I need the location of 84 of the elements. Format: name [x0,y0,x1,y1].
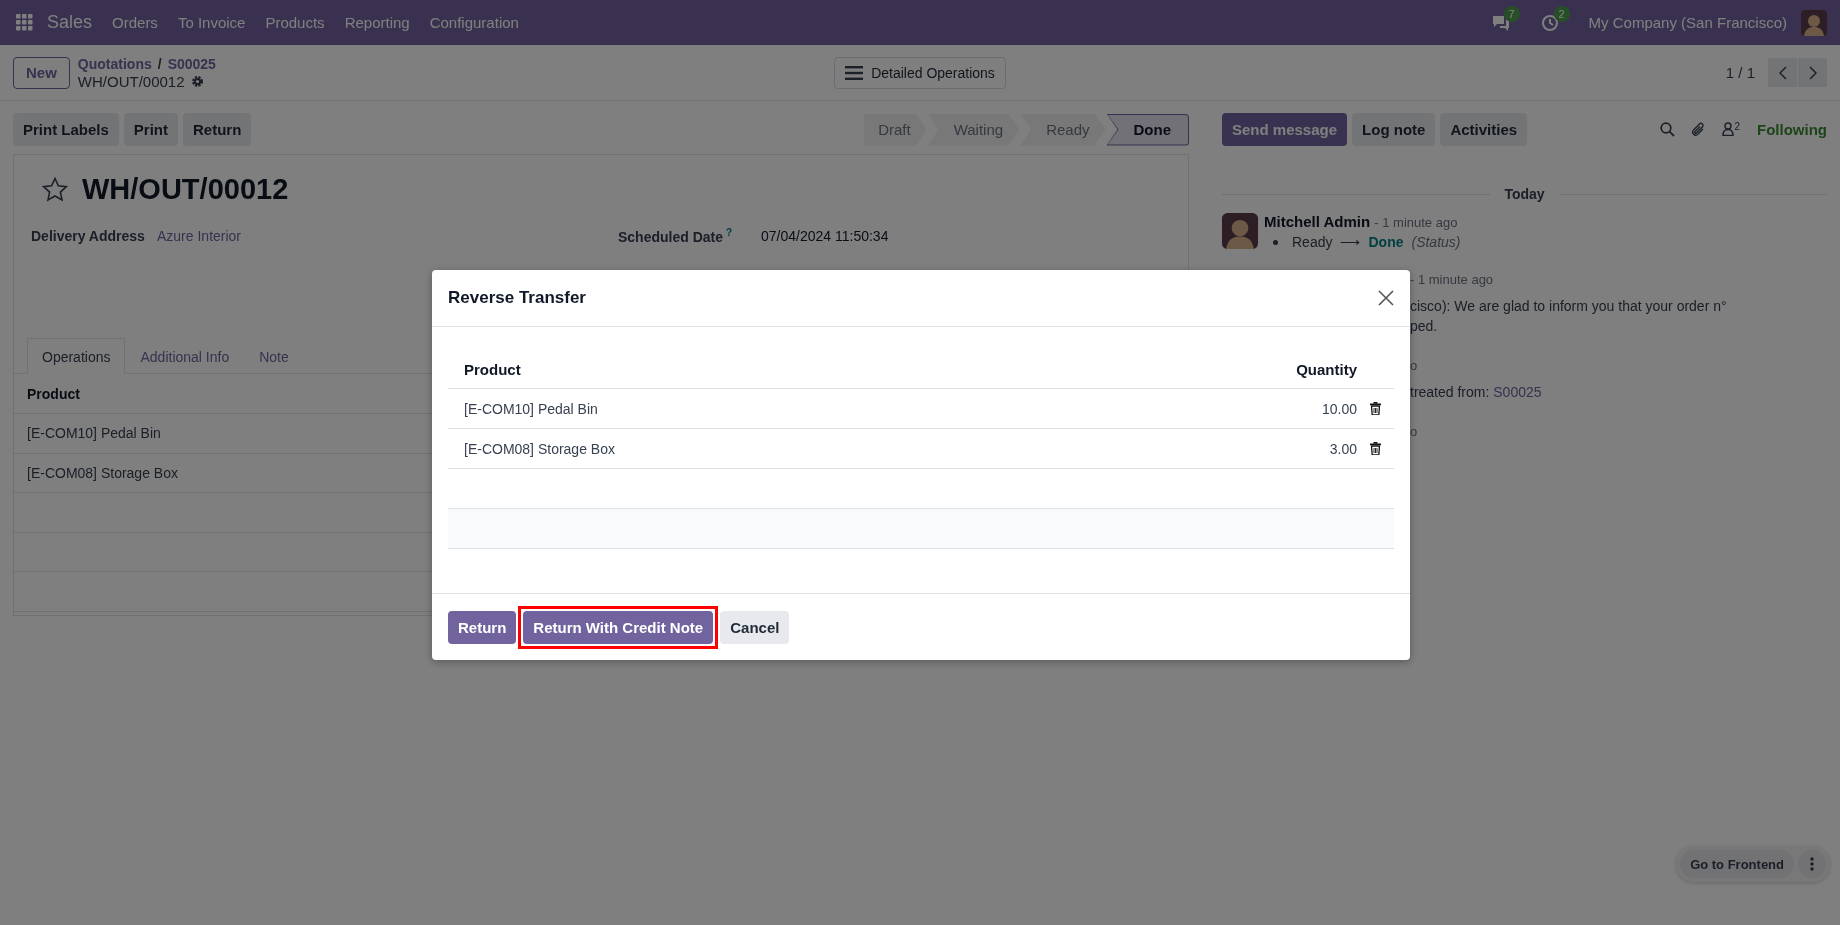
avatar [1801,9,1827,36]
menu-item[interactable]: Orders [102,14,168,31]
send-button[interactable]: Send message [1222,113,1348,146]
new-button[interactable]: New [13,56,70,89]
table-cell-text: 10.00 [1320,400,1357,417]
field-link[interactable]: Azure Interior [157,227,242,244]
following-status[interactable]: Following [1757,121,1827,138]
menu-item[interactable]: Reporting [334,14,420,31]
menu-item[interactable]: To Invoice [167,14,256,31]
field-label: Scheduled Date $^{?}$ [618,226,734,245]
menu-item[interactable]: Products [255,14,335,31]
breadcrumb-link[interactable]: S00025 [167,55,216,73]
close-icon [1378,290,1394,306]
frontend-button[interactable]: Go to Frontend [1680,850,1794,878]
action-button[interactable]: Return [183,113,252,146]
status-step[interactable]: Waiting [927,113,1020,146]
bullet-icon [1273,239,1278,245]
chevron-left-icon [1778,65,1787,80]
chatter-button[interactable]: Log note [1352,113,1436,146]
user-icon[interactable] [1722,121,1735,136]
gear-icon[interactable] [190,74,204,88]
dialog-title: Reverse Transfer [448,288,586,308]
tab[interactable]: Note [244,338,304,374]
menu-item[interactable]: Configuration [419,14,529,31]
tab[interactable]: Additional Info [125,338,245,374]
column-header: Product [27,385,80,402]
search-icon[interactable] [1660,122,1676,137]
menu-icon [845,65,864,80]
action-button[interactable]: Print Labels [13,113,119,146]
author-name[interactable]: Mitchell Admin [1264,213,1371,230]
dots-icon [1810,857,1814,871]
table-cell-text: [E-COM08] Storage Box [464,440,616,457]
date-separator: Today [1504,186,1545,202]
message-text: cisco): We are glad to inform you that your order n° [1410,297,1728,316]
cancel-button[interactable]: Cancel [720,610,790,644]
star-icon[interactable] [42,176,68,202]
column-header: Product [464,360,522,378]
chevron-right-icon [1808,65,1817,80]
field-label: Delivery Address [31,227,146,244]
close-button[interactable] [1378,290,1394,306]
record-link[interactable]: S00025 [1493,384,1542,400]
new-value: Done [1368,234,1404,250]
message-time: - 1 minute ago [1374,215,1458,230]
message-text: ped. [1410,317,1439,336]
record-title: WH/OUT/00012 [82,172,289,206]
status-step[interactable]: Ready [1020,113,1106,146]
breadcrumb-link[interactable]: Quotations [77,55,152,73]
primary-button[interactable]: Return With Credit Note [523,610,714,644]
field-value: 07/04/2024 11:50:34 [761,227,889,244]
message-time: - 1 minute ago [1410,271,1495,289]
message-time: o [1410,357,1419,375]
message-time: o [1410,423,1419,441]
paperclip-icon[interactable] [1691,121,1707,138]
table-cell-text: 3.00 [1328,440,1357,457]
message-text: treated from: S00025 [1410,383,1543,402]
breadcrumb-separator: / [157,55,162,73]
follower-count[interactable]: 2 [1734,120,1740,132]
pager-value: 1 / 1 [1725,64,1755,81]
count-badge: 7 [1503,5,1520,22]
trash-icon[interactable] [1370,442,1381,455]
avatar [1222,213,1258,249]
record-name: WH/OUT/00012 [77,72,185,90]
view-button[interactable]: Detailed Operations [834,56,1006,89]
table-cell: [E-COM08] Storage Box [27,464,178,481]
app-name[interactable]: Sales [47,12,93,33]
chat-icon[interactable] [1490,13,1511,32]
field-name: (Status) [1411,234,1461,250]
column-header: Quantity [1295,360,1357,378]
count-badge: 2 [1553,5,1570,22]
chatter-button[interactable]: Activities [1440,113,1528,146]
status-step[interactable]: Done [1106,113,1189,146]
action-button[interactable]: Print [123,113,179,146]
table-cell: [E-COM10] Pedal Bin [27,425,161,442]
clock-icon[interactable] [1540,13,1559,32]
company-name[interactable]: My Company (San Francisco) [1588,14,1787,31]
grid-icon[interactable] [16,14,33,31]
more-button[interactable] [1798,850,1826,878]
primary-button[interactable]: Return [448,610,517,644]
tab[interactable]: Operations [27,338,126,374]
status-step[interactable]: Draft [864,113,927,146]
old-value: Ready [1292,234,1333,250]
table-cell-text: [E-COM10] Pedal Bin [464,400,599,417]
trash-icon[interactable] [1370,402,1381,415]
arrow-text: ⟶ [1340,234,1361,250]
